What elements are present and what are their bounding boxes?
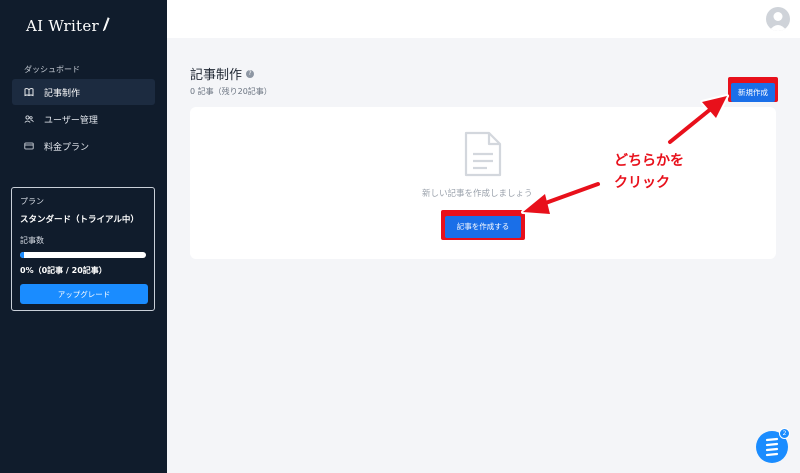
chat-widget-button[interactable]: 2 [756, 428, 790, 463]
chat-notification-badge: 2 [779, 428, 790, 439]
help-icon[interactable]: ? [246, 69, 255, 78]
plan-name: スタンダード（トライアル中） [20, 215, 139, 225]
sidebar-item-pricing[interactable]: 料金プラン [12, 133, 155, 159]
plan-label: プラン [20, 197, 44, 206]
document-icon [464, 131, 502, 177]
book-icon [24, 88, 34, 97]
usage-progress-bar [20, 252, 146, 258]
page-title-text: 記事制作 [190, 68, 243, 83]
create-button-highlight: 記事を作成する [441, 210, 525, 240]
top-bar [167, 0, 800, 38]
sidebar-item-articles[interactable]: 記事制作 [12, 79, 155, 105]
nav-section-dashboard: ダッシュボード [24, 65, 80, 74]
create-article-button[interactable]: 記事を作成する [445, 215, 521, 238]
sidebar-item-label: ユーザー管理 [44, 115, 98, 126]
new-button-highlight: 新規作成 [728, 77, 778, 102]
avatar[interactable] [766, 7, 790, 31]
card-icon [24, 142, 34, 150]
article-count-label: 記事数 [20, 236, 44, 245]
sidebar-item-users[interactable]: ユーザー管理 [12, 106, 155, 132]
sidebar-item-label: 料金プラン [44, 142, 90, 153]
sidebar-item-label: 記事制作 [44, 88, 81, 99]
users-icon [24, 115, 34, 123]
annotation-line-2: クリック [614, 175, 670, 191]
upgrade-button[interactable]: アップグレード [20, 284, 148, 304]
empty-state-text: 新しい記事を作成しましょう [422, 189, 533, 199]
usage-text: 0%（0記事 / 20記事） [20, 266, 107, 275]
user-avatar-icon [769, 12, 787, 31]
usage-progress-fill [20, 252, 24, 258]
pen-icon [102, 17, 110, 35]
article-count-summary: 0 記事（残り20記事） [190, 87, 272, 96]
annotation-line-1: どちらかを [614, 153, 684, 169]
app-logo[interactable]: AI Writer [26, 17, 110, 35]
sidebar: AI Writer ダッシュボード 記事制作 ユーザー管理 料金プラン プラン … [0, 0, 167, 473]
logo-text: AI Writer [26, 17, 100, 35]
new-article-button[interactable]: 新規作成 [731, 83, 775, 102]
plan-panel: プラン スタンダード（トライアル中） 記事数 0%（0記事 / 20記事） アッ… [11, 187, 155, 311]
annotation-text: どちらかを クリック [614, 150, 684, 194]
page-title: 記事制作 ? [190, 64, 255, 83]
